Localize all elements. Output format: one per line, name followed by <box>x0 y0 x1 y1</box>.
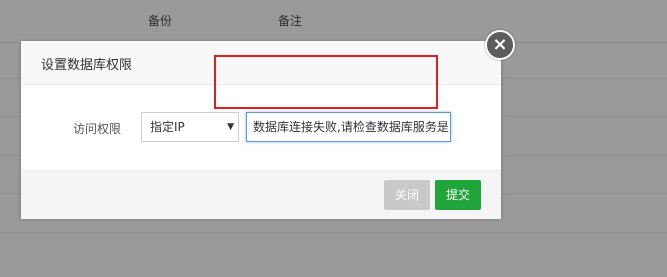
dialog-footer: 关闭 提交 <box>21 170 501 219</box>
table-row-divider <box>0 232 667 233</box>
dialog-close-icon[interactable]: × <box>485 30 515 60</box>
column-header-notes: 备注 <box>278 14 303 28</box>
column-header-backup: 备份 <box>148 14 173 28</box>
close-button[interactable]: 关闭 <box>384 180 430 210</box>
dialog-title: 设置数据库权限 <box>41 58 133 73</box>
highlight-annotation-box <box>214 55 438 109</box>
table-header: 备份 备注 <box>0 0 667 43</box>
access-type-select[interactable]: 指定IP ▼ <box>141 112 239 142</box>
ip-address-input[interactable]: 数据库连接失败,请检查数据库服务是 <box>246 112 451 142</box>
access-type-selected-value: 指定IP <box>150 120 185 134</box>
dropdown-arrow-icon: ▼ <box>227 122 234 132</box>
submit-button[interactable]: 提交 <box>435 180 481 210</box>
access-permission-label: 访问权限 <box>73 122 122 136</box>
